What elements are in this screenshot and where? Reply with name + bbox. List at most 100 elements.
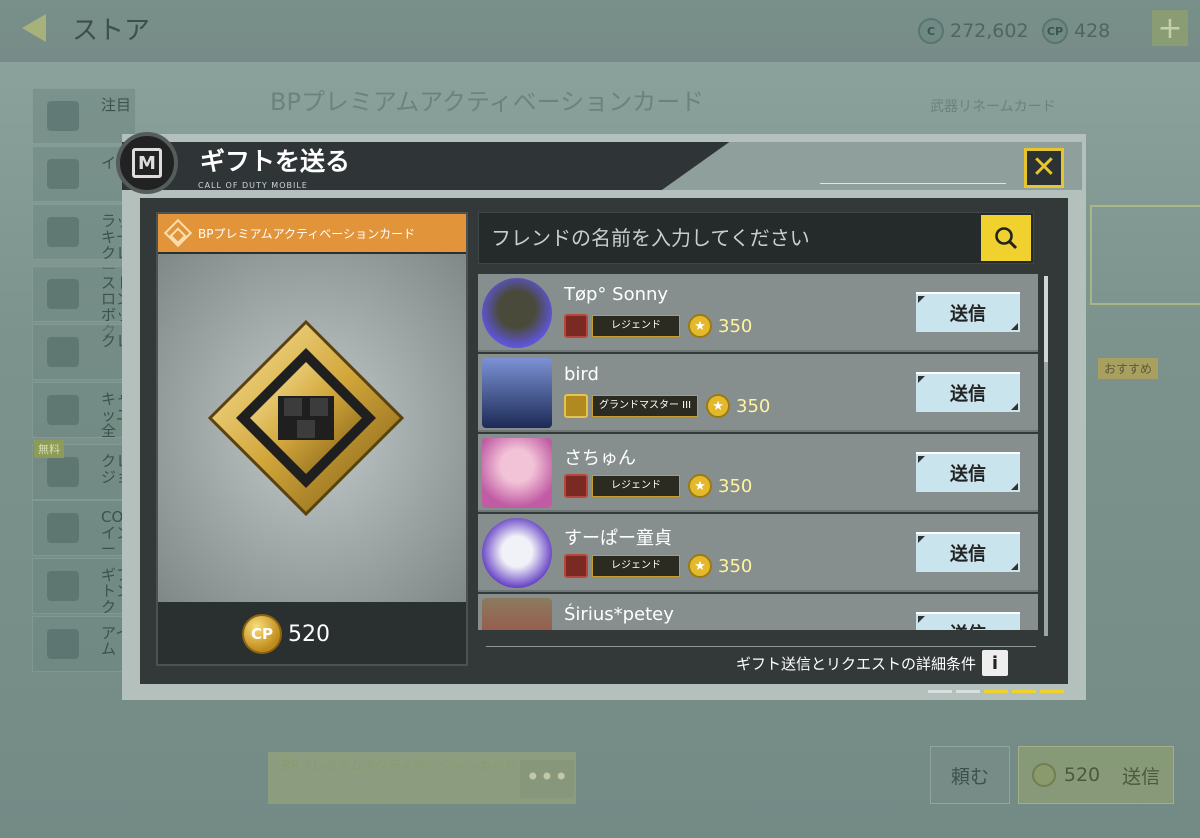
cod-logo-icon: M xyxy=(116,132,178,194)
page-dot xyxy=(1040,690,1064,693)
star-icon: ★ xyxy=(688,314,712,338)
avatar xyxy=(482,278,552,348)
gift-icon xyxy=(47,571,79,601)
request-button[interactable]: 頼む xyxy=(930,746,1010,804)
gift-modal: M ギフトを送る CALL OF DUTY MOBILE ✕ BPプレミアムアク… xyxy=(116,132,1086,700)
friend-rank: レジェンド ★ 350 xyxy=(564,554,752,578)
friend-name: Śirius*petey xyxy=(564,604,674,625)
store-item-frame xyxy=(1090,205,1200,305)
avatar xyxy=(482,518,552,588)
cp-value: 428 xyxy=(1074,20,1111,42)
page-dot xyxy=(984,690,1008,693)
buy-send-button[interactable]: 520 送信 xyxy=(1018,746,1174,804)
search-button[interactable] xyxy=(981,215,1031,261)
cp-coin-icon: CP xyxy=(1042,18,1068,44)
recommend-badge: おすすめ xyxy=(1098,358,1159,379)
friend-score: 350 xyxy=(718,475,753,497)
more-button[interactable]: ••• xyxy=(520,760,574,798)
back-button[interactable] xyxy=(18,10,58,46)
send-gift-button[interactable]: 送信 xyxy=(916,292,1020,332)
star-icon: ★ xyxy=(688,474,712,498)
friend-name: すーぱー童貞 xyxy=(564,528,672,549)
close-button[interactable]: ✕ xyxy=(1024,148,1064,188)
sidebar-item-cod[interactable]: CODインー xyxy=(32,500,136,557)
rename-card-label: 武器リネームカード xyxy=(930,99,1056,115)
friend-name: Tøp° Sonny xyxy=(564,284,669,305)
page-dot xyxy=(1012,690,1036,693)
rank-emblem-icon xyxy=(564,394,588,418)
sidebar-item-strongbox[interactable]: ストロンボック xyxy=(32,266,136,339)
sidebar-item-item[interactable]: アイム xyxy=(32,616,136,672)
thumbs-up-icon xyxy=(47,159,79,189)
friend-row: すーぱー童貞 レジェンド ★ 350 送信 xyxy=(478,514,1038,592)
header-decoration xyxy=(820,183,1006,187)
terms-label: ギフト送信とリクエストの詳細条件 xyxy=(736,654,977,673)
rank-emblem-icon xyxy=(564,314,588,338)
friend-row: Śirius*petey 送信 xyxy=(478,594,1038,630)
page-dot xyxy=(956,690,980,693)
send-gift-button[interactable]: 送信 xyxy=(916,372,1020,412)
friend-score: 350 xyxy=(718,315,753,337)
info-icon[interactable]: i xyxy=(982,650,1009,676)
item-name-label: BPプレミアムアクティベーションカード xyxy=(158,214,466,252)
search-icon xyxy=(995,227,1018,250)
friend-rank: グランドマスター III ★ 350 xyxy=(564,394,770,418)
cp-coin-icon: CP xyxy=(242,614,282,654)
cash-icon xyxy=(47,395,79,425)
page-indicator xyxy=(928,690,1064,693)
friend-search xyxy=(478,212,1034,264)
friend-search-input[interactable] xyxy=(479,213,979,263)
cp-coin-icon xyxy=(1031,763,1056,787)
sidebar-item-lucky[interactable]: ラッキークレー xyxy=(32,204,136,277)
back-arrow-icon xyxy=(22,14,46,42)
add-cp-button[interactable]: + xyxy=(1152,10,1188,46)
grid-icon xyxy=(47,217,79,247)
modal-title: ギフトを送る xyxy=(200,147,351,176)
crate-icon xyxy=(47,337,79,367)
sidebar-item-featured[interactable]: 注目 xyxy=(32,88,136,144)
credit-icon xyxy=(47,457,79,487)
rank-emblem-icon xyxy=(564,554,588,578)
list-scrollbar[interactable] xyxy=(1044,276,1048,636)
store-heading: BPプレミアムアクティベーションカード xyxy=(270,88,705,116)
rank-badge: レジェンド xyxy=(592,315,680,337)
send-gift-button[interactable]: 送信 xyxy=(916,612,1020,630)
rank-badge: グランドマスター III xyxy=(592,395,699,417)
friend-name: bird xyxy=(564,364,599,385)
friend-rank: レジェンド ★ 350 xyxy=(564,474,752,498)
box-icon xyxy=(47,279,79,309)
item-image xyxy=(158,254,466,602)
item-price: CP 520 xyxy=(242,614,330,654)
modal-subtitle: CALL OF DUTY MOBILE xyxy=(198,181,308,190)
bag-icon xyxy=(47,101,79,131)
bp-emblem-icon xyxy=(207,319,405,517)
credits-value: 272,602 xyxy=(950,20,1029,42)
sidebar-item-cash[interactable]: キャッユ全 xyxy=(32,382,136,439)
friend-row: さちゅん レジェンド ★ 350 送信 xyxy=(478,434,1038,512)
gun-icon xyxy=(47,629,79,659)
send-gift-button[interactable]: 送信 xyxy=(916,452,1020,492)
list-divider xyxy=(486,646,1036,647)
page-dot xyxy=(928,690,952,693)
cp-balance: CP 428 xyxy=(1042,18,1110,44)
diamond-icon xyxy=(163,218,193,248)
friend-rank: レジェンド ★ 350 xyxy=(564,314,752,338)
rank-badge: レジェンド xyxy=(592,475,680,497)
avatar xyxy=(482,358,552,428)
sidebar-item-gift[interactable]: ギフトンク xyxy=(32,558,136,615)
item-price-value: 520 xyxy=(288,621,330,647)
friend-row: bird グランドマスター III ★ 350 送信 xyxy=(478,354,1038,432)
avatar xyxy=(482,598,552,630)
avatar xyxy=(482,438,552,508)
scroll-thumb[interactable] xyxy=(1044,276,1048,362)
sidebar-item-crate[interactable]: クレ xyxy=(32,324,136,380)
send-gift-button[interactable]: 送信 xyxy=(916,532,1020,572)
store-title: ストア xyxy=(72,16,151,46)
friend-score: 350 xyxy=(718,555,753,577)
rank-badge: レジェンド xyxy=(592,555,680,577)
friend-name: さちゅん xyxy=(564,448,636,469)
modal-body: BPプレミアムアクティベーションカード CP 520 フレンドの名前を入力してく… xyxy=(140,198,1068,684)
free-badge: 無料 xyxy=(34,440,64,458)
gift-terms-link[interactable]: ギフト送信とリクエストの詳細条件 i xyxy=(736,648,1009,678)
credit-coin-icon: C xyxy=(918,18,944,44)
